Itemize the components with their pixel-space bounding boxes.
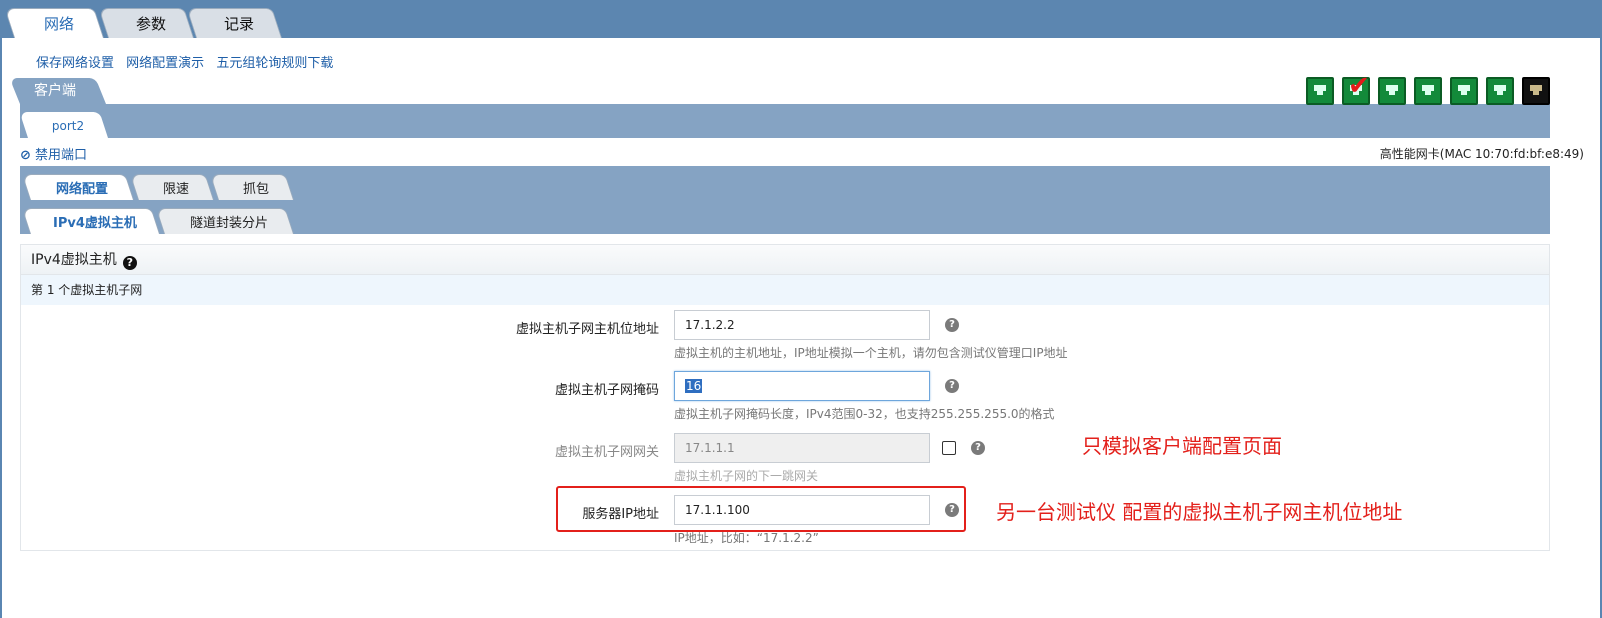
host-address-label: 虚拟主机子网主机位地址 — [515, 322, 659, 337]
disable-port-link[interactable]: ⊘ 禁用端口 — [20, 144, 87, 163]
tab-network[interactable]: 网络 — [4, 8, 104, 38]
help-icon[interactable]: ? — [971, 441, 985, 455]
subnet-mask-label: 虚拟主机子网掩码 — [554, 383, 659, 398]
panel-title: IPv4虚拟主机 — [31, 252, 117, 268]
network-port-icon[interactable] — [1450, 77, 1478, 105]
action-links: 保存网络设置 网络配置演示 五元组轮询规则下载 — [36, 52, 341, 71]
disable-port-label: 禁用端口 — [35, 148, 88, 163]
tab-capture-label: 抓包 — [242, 181, 269, 197]
tab-records-label: 记录 — [223, 14, 254, 33]
host-address-hint: 虚拟主机的主机地址，IP地址模拟一个主机，请勿包含测试仪管理口IP地址 — [674, 346, 1068, 360]
annotation-server-ip-note: 另一台测试仪 配置的虚拟主机子网主机位地址 — [996, 500, 1403, 524]
network-port-checked-icon[interactable]: ✔ — [1342, 71, 1370, 105]
host-address-input[interactable]: 17.1.2.2 — [674, 310, 930, 340]
network-port-dark-icon[interactable] — [1522, 77, 1550, 105]
tab-rate-limit-label: 限速 — [162, 181, 189, 197]
network-port-icon[interactable] — [1414, 77, 1442, 105]
tab-params[interactable]: 参数 — [98, 8, 194, 38]
panel-header: IPv4虚拟主机? — [21, 245, 1549, 275]
help-icon[interactable]: ? — [945, 318, 959, 332]
subnet-gateway-label: 虚拟主机子网网关 — [554, 445, 659, 460]
client-band — [20, 104, 1550, 138]
client-tab-label: 客户端 — [34, 83, 76, 99]
port-status-icons: ✔ — [1306, 71, 1550, 105]
subnet-gateway-hint: 虚拟主机子网的下一跳网关 — [674, 469, 819, 483]
annotation-client-only: 只模拟客户端配置页面 — [1082, 434, 1282, 458]
tab-capture[interactable]: 抓包 — [209, 174, 294, 200]
tuple-rule-download-link[interactable]: 五元组轮询规则下载 — [216, 56, 333, 71]
client-tab[interactable]: 客户端 — [9, 78, 107, 104]
tab-network-config[interactable]: 网络配置 — [21, 174, 135, 200]
tab-ipv4-virtual-host-label: IPv4虚拟主机 — [53, 215, 137, 231]
subnet-mask-hint: 虚拟主机子网掩码长度，IPv4范围0-32，也支持255.255.255.0的格… — [674, 407, 1055, 421]
network-port-icon[interactable] — [1306, 77, 1334, 105]
port2-tab[interactable]: port2 — [19, 112, 109, 138]
highlight-box — [556, 486, 966, 532]
network-port-icon[interactable] — [1378, 77, 1406, 105]
network-port-icon[interactable] — [1486, 77, 1514, 105]
tab-tunnel-fragment[interactable]: 隧道封装分片 — [155, 208, 294, 234]
gateway-enable-checkbox[interactable] — [942, 441, 956, 455]
tab-records[interactable]: 记录 — [186, 8, 282, 38]
tab-params-label: 参数 — [135, 14, 166, 33]
save-network-settings-link[interactable]: 保存网络设置 — [36, 56, 114, 71]
tab-tunnel-fragment-label: 隧道封装分片 — [189, 215, 268, 231]
checkmark-icon: ✔ — [1348, 71, 1370, 101]
nic-info: 高性能网卡(MAC 10:70:fd:bf:e8:49) — [1379, 147, 1584, 161]
help-icon[interactable]: ? — [122, 256, 137, 270]
tab-rate-limit[interactable]: 限速 — [129, 174, 214, 200]
subnet-header: 第 1 个虚拟主机子网 — [21, 275, 1549, 305]
tab-network-label: 网络 — [43, 14, 74, 33]
network-config-demo-link[interactable]: 网络配置演示 — [126, 56, 204, 71]
ban-icon: ⊘ — [20, 148, 31, 163]
subnet-mask-value: 16 — [685, 379, 703, 393]
port2-tab-label: port2 — [51, 119, 85, 133]
tab-network-config-label: 网络配置 — [55, 181, 108, 197]
subnet-gateway-input[interactable]: 17.1.1.1 — [674, 433, 930, 463]
tab-ipv4-virtual-host[interactable]: IPv4虚拟主机 — [21, 208, 160, 234]
subnet-mask-input[interactable]: 16 — [674, 371, 930, 401]
help-icon[interactable]: ? — [945, 379, 959, 393]
